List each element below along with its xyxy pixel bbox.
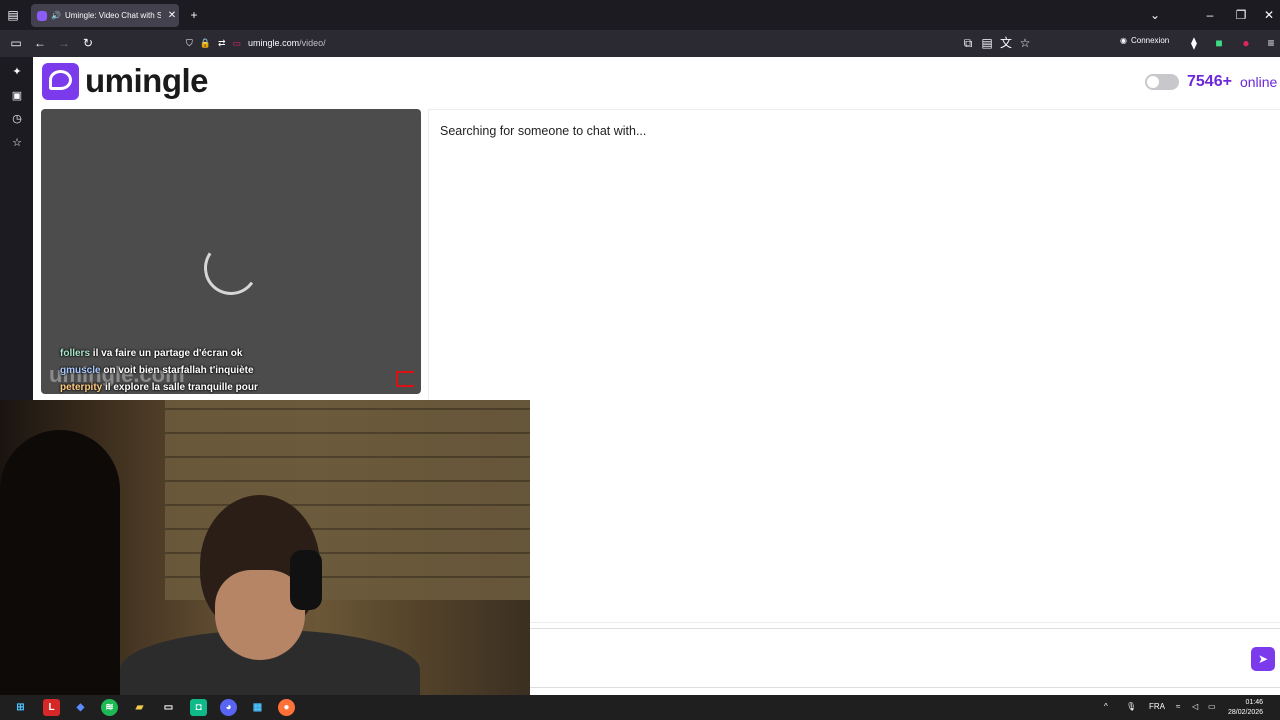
- volume-icon[interactable]: ◁: [1192, 702, 1198, 711]
- close-window-icon[interactable]: ✕: [1259, 5, 1279, 25]
- discord-icon[interactable]: ◕: [220, 699, 237, 716]
- minimize-icon[interactable]: –: [1200, 5, 1220, 25]
- overlay-chat-line: gmuscle on voit bien starfallah t'inquiè…: [60, 365, 254, 376]
- app-window-icon[interactable]: ▦: [249, 699, 266, 716]
- url-path: /video/: [299, 38, 326, 48]
- clock[interactable]: 01:46 28/02/2026: [1228, 698, 1263, 718]
- umingle-favicon-icon: [37, 10, 47, 21]
- account-icon: ◉: [1120, 36, 1127, 45]
- translate-icon[interactable]: 文: [996, 33, 1016, 53]
- browser-tab-umingle[interactable]: 🔊 Umingle: Video Chat with S ✕: [31, 4, 179, 27]
- site-logo[interactable]: umingle: [42, 62, 209, 100]
- back-icon[interactable]: ←: [30, 33, 50, 53]
- account-button[interactable]: ◉ Connexion: [1120, 36, 1169, 45]
- spotify-icon[interactable]: ≋: [101, 699, 118, 716]
- chat-bubble-logo-icon: [42, 62, 79, 100]
- message-input-bar[interactable]: ➤: [428, 628, 1280, 688]
- history-icon[interactable]: ◷: [8, 110, 26, 128]
- wifi-icon[interactable]: ≈: [1176, 702, 1180, 711]
- address-bar[interactable]: ⛉ 🔒 ⇄ ▭ umingle.com/video/: [176, 32, 1038, 54]
- clock-date: 28/02/2026: [1228, 709, 1264, 716]
- browser-tab-bar: ▤ 🔊 Umingle: Video Chat with S ✕ + ⌄ – ❐…: [0, 0, 1280, 30]
- mode-toggle[interactable]: [1145, 74, 1179, 90]
- headphones: [290, 550, 322, 610]
- account-label: Connexion: [1130, 36, 1170, 45]
- dark-doorway: [0, 430, 120, 698]
- close-tab-icon[interactable]: ✕: [165, 10, 179, 21]
- extension-red-icon[interactable]: ●: [1236, 33, 1256, 53]
- overlay-chat-line: peterpity il explore la salle tranquille…: [60, 382, 258, 393]
- lock-icon[interactable]: 🔒: [200, 38, 211, 49]
- file-explorer-icon[interactable]: ▰: [131, 699, 148, 716]
- url-host: umingle.com: [248, 38, 300, 48]
- shield-icon[interactable]: ⛉: [186, 38, 193, 49]
- tab-title: Umingle: Video Chat with S: [64, 11, 161, 20]
- tray-overflow-icon[interactable]: ^: [1104, 702, 1108, 711]
- forward-icon[interactable]: →: [54, 33, 74, 53]
- bookmark-star-icon[interactable]: ☆: [1015, 33, 1035, 53]
- bookmarks-icon[interactable]: ☆: [8, 134, 26, 152]
- microphone-icon[interactable]: 🎙: [1126, 702, 1136, 711]
- extension-green-icon[interactable]: ■: [1209, 33, 1229, 53]
- terminal-icon[interactable]: ▭: [160, 699, 177, 716]
- tab-list-icon[interactable]: ▤: [3, 5, 23, 25]
- app-l-icon[interactable]: L: [43, 699, 60, 716]
- menu-icon[interactable]: ≡: [1261, 33, 1280, 53]
- browser-nav-bar: ▭ ← → ↻ ⛉ 🔒 ⇄ ▭ umingle.com/video/ ⧉ ▤ 文…: [0, 30, 1280, 57]
- camera-active-icon[interactable]: ▭: [233, 38, 242, 49]
- taskbar: ⊞ L ◆ ≋ ▰ ▭ ◘ ◕ ▦ ● ^ 🎙 FRA ≈ ◁ ▭ 01:46 …: [0, 695, 1280, 720]
- extensions-icon[interactable]: ⧫: [1184, 33, 1204, 53]
- battery-icon[interactable]: ▭: [1208, 702, 1216, 711]
- new-tab-icon[interactable]: +: [184, 5, 204, 25]
- app-blue-icon[interactable]: ◆: [72, 699, 89, 716]
- chat-panel: Searching for someone to chat with...: [428, 109, 1280, 623]
- loading-spinner-icon: [199, 236, 263, 300]
- clock-time: 01:46: [1245, 699, 1264, 706]
- reader-view-icon[interactable]: ▤: [977, 33, 997, 53]
- sidebar-toggle-icon[interactable]: ▭: [6, 33, 26, 53]
- language-indicator[interactable]: FRA: [1149, 702, 1165, 711]
- app-green-icon[interactable]: ◘: [190, 699, 207, 716]
- restore-icon[interactable]: ❐: [1231, 5, 1251, 25]
- reload-icon[interactable]: ↻: [78, 33, 98, 53]
- online-indicator: 7546+ online: [1145, 73, 1277, 91]
- tab-overflow-chevron-icon[interactable]: ⌄: [1145, 5, 1165, 25]
- speaker-icon[interactable]: 🔊: [51, 11, 61, 20]
- online-count: 7546+: [1187, 73, 1232, 90]
- firefox-icon[interactable]: ●: [278, 699, 295, 716]
- online-label: online: [1239, 74, 1278, 90]
- overlay-chat-line: follers il va faire un partage d'écran o…: [60, 348, 243, 359]
- stream-chat-overlay: follers il va faire un partage d'écran o…: [60, 345, 360, 396]
- picture-in-picture-icon[interactable]: ⧉: [958, 33, 978, 53]
- report-flag-icon[interactable]: [396, 371, 414, 387]
- searching-status: Searching for someone to chat with...: [440, 124, 647, 138]
- logo-text: umingle: [85, 62, 209, 99]
- windows-start-icon[interactable]: ⊞: [12, 699, 29, 716]
- permissions-icon[interactable]: ⇄: [218, 38, 226, 49]
- send-button[interactable]: ➤: [1251, 647, 1275, 671]
- ai-sparkle-icon[interactable]: ✦: [8, 63, 26, 81]
- streamer-webcam: [0, 400, 530, 698]
- synced-tabs-icon[interactable]: ▣: [8, 87, 26, 105]
